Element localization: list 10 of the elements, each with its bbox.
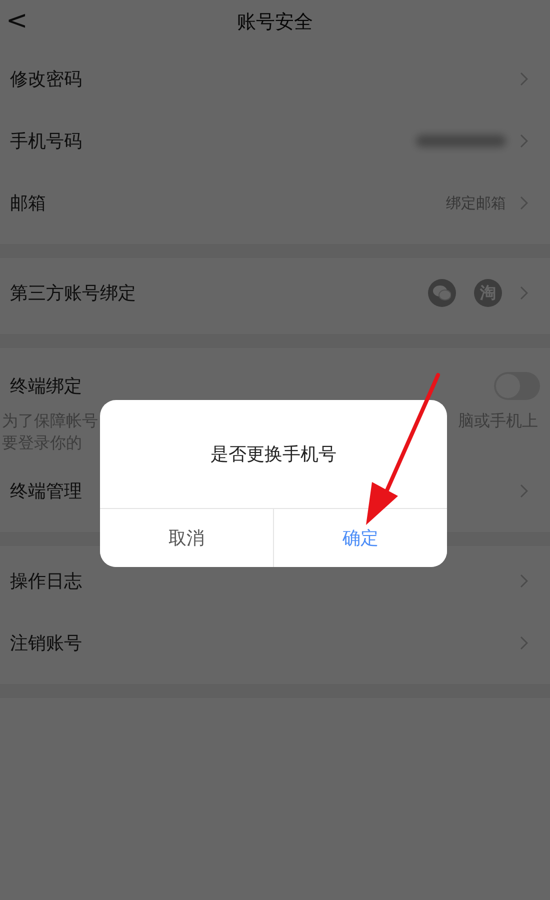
row-label: 操作日志 <box>10 570 83 593</box>
row-label: 手机号码 <box>10 130 83 153</box>
row-label: 终端绑定 <box>10 375 83 398</box>
row-label: 第三方账号绑定 <box>10 282 137 305</box>
page-title: 账号安全 <box>237 10 313 35</box>
row-label: 注销账号 <box>10 632 83 655</box>
row-label: 修改密码 <box>10 68 83 91</box>
dialog-message: 是否更换手机号 <box>210 443 336 466</box>
row-label: 终端管理 <box>10 480 83 503</box>
row-label: 邮箱 <box>10 192 47 215</box>
